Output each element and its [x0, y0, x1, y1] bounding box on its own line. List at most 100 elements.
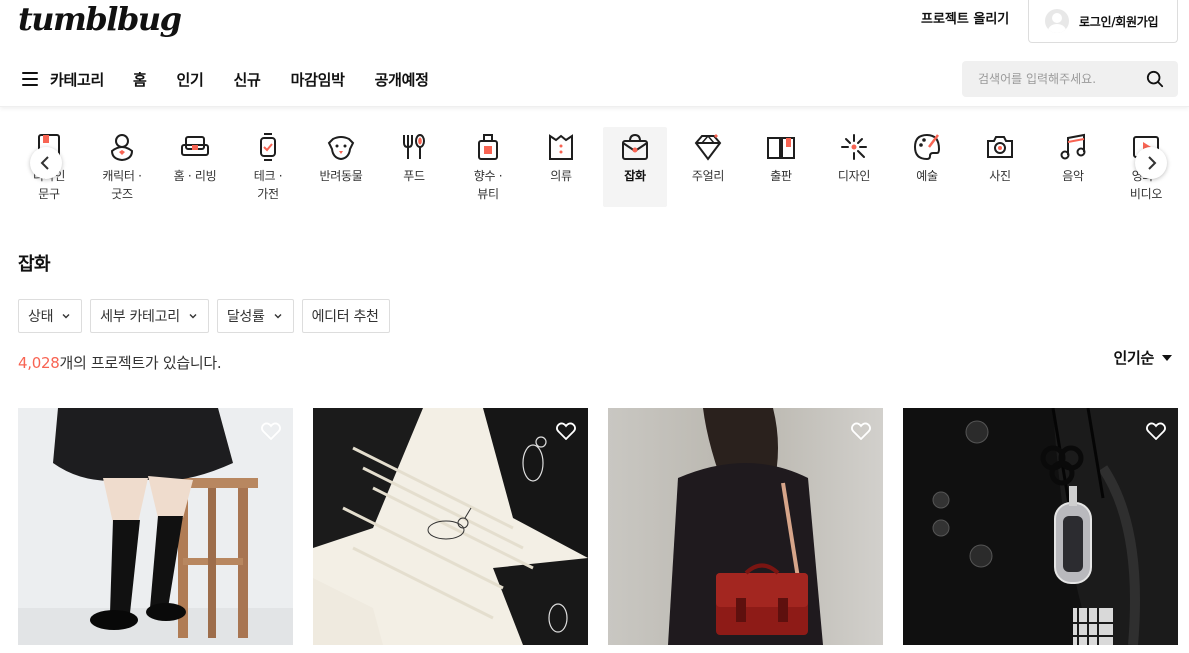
book-icon	[767, 137, 795, 159]
upload-project-link[interactable]: 프로젝트 올리기	[921, 11, 1009, 29]
category-label: 문구	[38, 187, 60, 201]
filter-achievement-rate[interactable]: 달성률	[216, 299, 294, 333]
hamburger-menu-icon[interactable]	[22, 72, 38, 86]
category-photo[interactable]: 사진	[968, 127, 1032, 207]
category-tech-appliance[interactable]: 테크 · 가전	[236, 127, 300, 207]
sort-label: 인기순	[1113, 349, 1154, 367]
category-label: 향수 ·	[473, 169, 503, 183]
category-home-living[interactable]: 홈 · 리빙	[163, 127, 227, 207]
category-clothing[interactable]: 의류	[529, 127, 593, 207]
main-nav: 카테고리 홈 인기 신규 마감임박 공개예정	[22, 66, 459, 92]
category-accessories-active[interactable]: 잡화	[603, 127, 667, 207]
category-music[interactable]: 음악	[1041, 127, 1105, 207]
category-label: 잡화	[624, 169, 646, 183]
perfume-icon	[478, 134, 498, 160]
filter-status[interactable]: 상태	[18, 299, 83, 333]
search-icon[interactable]	[1146, 70, 1164, 88]
project-card[interactable]	[313, 408, 588, 645]
search-bar	[962, 61, 1178, 97]
project-card[interactable]	[903, 408, 1178, 645]
filter-label: 달성률	[226, 309, 265, 325]
camera-icon	[987, 136, 1013, 158]
project-count: 4,028개의 프로젝트가 있습니다.	[18, 352, 222, 373]
category-label: 의류	[550, 169, 572, 183]
filter-editor-pick[interactable]: 에디터 추천	[301, 299, 390, 333]
category-label: 테크 ·	[253, 169, 283, 183]
category-label: 캐릭터 ·	[102, 169, 142, 183]
music-icon	[1060, 133, 1086, 160]
category-perfume-beauty[interactable]: 향수 · 뷰티	[456, 127, 520, 207]
nav-category[interactable]: 카테고리	[50, 69, 104, 90]
category-label: 뷰티	[477, 187, 499, 201]
search-input[interactable]	[978, 72, 1146, 86]
category-label: 주얼리	[691, 169, 725, 183]
character-icon	[110, 134, 134, 162]
filter-label: 세부 카테고리	[100, 309, 180, 325]
heart-icon[interactable]	[1146, 422, 1166, 440]
category-strip: 디자인 문구 캐릭터 · 굿즈 홈 · 리빙 테크 · 가전 반려동물 푸드 향…	[0, 127, 1189, 211]
watch-icon	[260, 133, 276, 161]
diamond-icon	[694, 134, 722, 161]
chevron-left-icon	[40, 156, 49, 170]
chevron-down-icon	[62, 314, 70, 319]
category-art[interactable]: 예술	[895, 127, 959, 207]
filter-label: 에디터 추천	[311, 309, 379, 325]
nav-home[interactable]: 홈	[133, 69, 147, 90]
nav-closing-soon[interactable]: 마감임박	[291, 69, 345, 90]
category-label: 비디오	[1129, 187, 1163, 201]
category-next-button[interactable]	[1135, 147, 1167, 179]
bag-icon	[622, 133, 648, 160]
category-label: 출판	[770, 169, 792, 183]
heart-icon[interactable]	[261, 422, 281, 440]
red-satchel-bag-photo	[608, 408, 883, 645]
nav-new[interactable]: 신규	[234, 69, 261, 90]
knee-socks-loafers-photo	[18, 408, 293, 645]
header: tumblbug 프로젝트 올리기 로그인/회원가입 카테고리 홈 인기 신규 …	[0, 0, 1189, 107]
sofa-icon	[181, 136, 209, 156]
category-prev-button[interactable]	[30, 147, 62, 179]
category-publishing[interactable]: 출판	[749, 127, 813, 207]
category-label: 굿즈	[111, 187, 133, 201]
caret-down-icon	[1162, 354, 1172, 361]
palette-icon	[913, 133, 941, 161]
project-card[interactable]	[18, 408, 293, 645]
nav-coming-soon[interactable]: 공개예정	[375, 69, 429, 90]
category-label: 가전	[257, 187, 279, 201]
logo[interactable]: tumblbug	[18, 0, 182, 38]
login-button[interactable]: 로그인/회원가입	[1028, 0, 1178, 43]
category-label: 푸드	[403, 169, 425, 183]
sparkle-icon	[841, 134, 867, 160]
chevron-right-icon	[1148, 156, 1157, 170]
filter-label: 상태	[28, 309, 54, 325]
chevron-down-icon	[189, 314, 197, 319]
category-label: 예술	[916, 169, 938, 183]
page-title: 잡화	[18, 254, 51, 275]
rabbit-embroidered-socks-photo	[313, 408, 588, 645]
knot-ornament-pendant-photo	[903, 408, 1178, 645]
nav-popular[interactable]: 인기	[177, 69, 204, 90]
category-label: 음악	[1062, 169, 1084, 183]
category-jewelry[interactable]: 주얼리	[676, 127, 740, 207]
fork-spoon-icon	[403, 134, 425, 159]
project-count-number: 4,028	[18, 354, 60, 372]
category-design[interactable]: 디자인	[822, 127, 886, 207]
chevron-down-icon	[274, 314, 282, 319]
heart-icon[interactable]	[851, 422, 871, 440]
category-character-goods[interactable]: 캐릭터 · 굿즈	[90, 127, 154, 207]
clothing-icon	[549, 134, 573, 160]
category-label: 사진	[989, 169, 1011, 183]
category-label: 홈 · 리빙	[173, 169, 217, 183]
filter-subcategory[interactable]: 세부 카테고리	[90, 299, 209, 333]
sort-dropdown[interactable]: 인기순	[1113, 347, 1172, 368]
login-label: 로그인/회원가입	[1079, 14, 1159, 29]
project-grid	[18, 408, 1178, 645]
project-card[interactable]	[608, 408, 883, 645]
category-food[interactable]: 푸드	[382, 127, 446, 207]
category-pets[interactable]: 반려동물	[309, 127, 373, 207]
category-label: 반려동물	[319, 169, 363, 183]
avatar-icon	[1045, 9, 1069, 33]
filter-bar: 상태 세부 카테고리 달성률 에디터 추천	[18, 299, 398, 333]
category-label: 디자인	[837, 169, 871, 183]
project-count-suffix: 개의 프로젝트가 있습니다.	[59, 354, 222, 372]
heart-icon[interactable]	[556, 422, 576, 440]
